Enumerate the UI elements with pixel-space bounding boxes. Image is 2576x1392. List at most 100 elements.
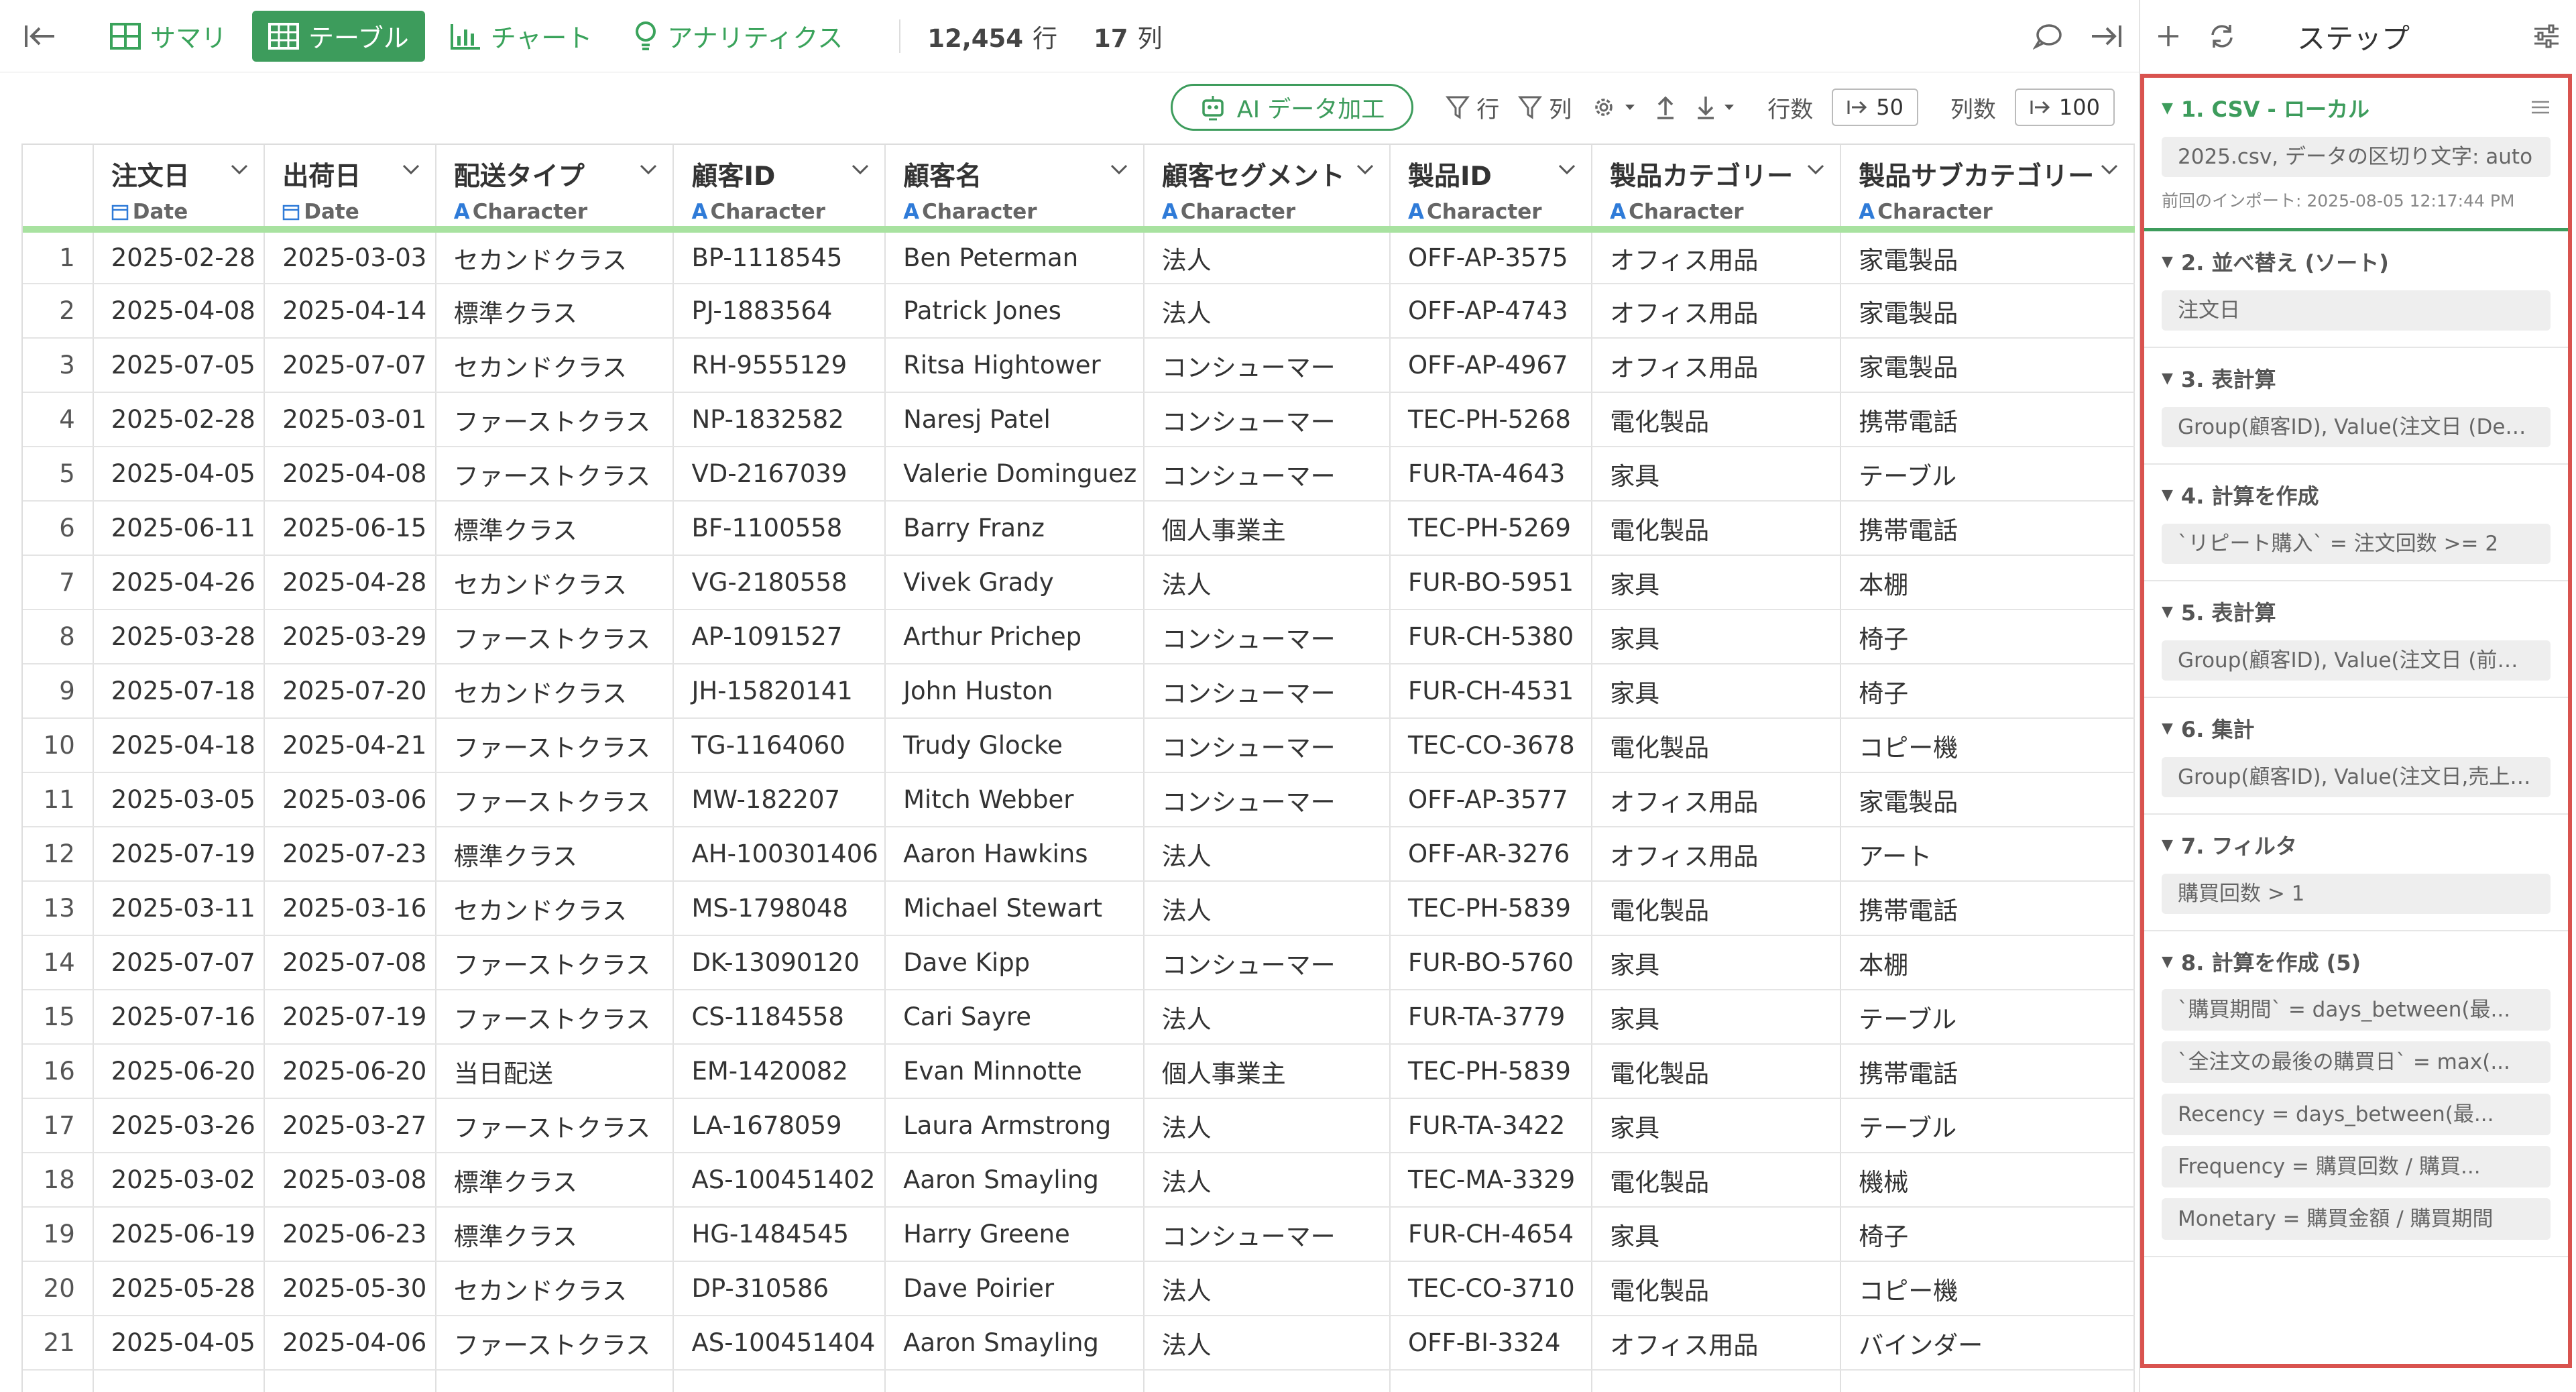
- table-cell[interactable]: OFF-AP-3577: [1390, 772, 1593, 827]
- table-cell[interactable]: オフィス用品: [1592, 1316, 1842, 1371]
- collapse-left-icon[interactable]: [20, 23, 60, 50]
- table-cell[interactable]: TEC-CO-3678: [1390, 718, 1593, 773]
- table-row[interactable]: 19 2025-06-19 2025-06-23 標準クラス HG-1484545 Har…: [23, 1207, 2135, 1262]
- table-cell[interactable]: DK-13090120: [673, 935, 886, 990]
- collapse-right-icon[interactable]: [2089, 23, 2123, 50]
- table-cell[interactable]: John Huston: [885, 664, 1145, 719]
- table-cell[interactable]: 家具: [1592, 990, 1842, 1045]
- caret-down-icon[interactable]: ▼: [2162, 253, 2173, 270]
- table-cell[interactable]: 電化製品: [1592, 718, 1842, 773]
- table-cell[interactable]: VG-2180558: [673, 555, 886, 610]
- step-title[interactable]: ▼ 5. 表計算: [2162, 596, 2551, 627]
- table-cell[interactable]: 2025-07-08: [264, 935, 436, 990]
- table-cell[interactable]: 2025-07-20: [264, 664, 436, 719]
- chevron-down-icon[interactable]: [230, 164, 249, 176]
- table-cell[interactable]: ファーストクラス: [435, 610, 675, 664]
- table-cell[interactable]: 2025-06-11: [93, 501, 266, 556]
- step-title[interactable]: ▼ 7. フィルタ: [2162, 829, 2551, 860]
- table-cell[interactable]: 携帯電話: [1840, 881, 2135, 936]
- step-item[interactable]: ▼ 8. 計算を作成 (5) `購買期間` = days_between(最... `…: [2144, 931, 2568, 1257]
- table-cell[interactable]: 2025-07-05: [93, 338, 266, 393]
- step-title[interactable]: ▼ 3. 表計算: [2162, 363, 2551, 394]
- table-cell[interactable]: 2025-05-28: [93, 1261, 266, 1316]
- table-cell[interactable]: コンシューマー: [1143, 935, 1391, 990]
- table-row[interactable]: 20 2025-05-28 2025-05-30 セカンドクラス DP-310586 Da…: [23, 1261, 2135, 1316]
- table-cell[interactable]: OFF-BI-3324: [1390, 1316, 1593, 1371]
- table-cell[interactable]: 2025-03-08: [264, 1153, 436, 1208]
- table-cell[interactable]: バインダー: [1840, 1316, 2135, 1371]
- table-cell[interactable]: [673, 1370, 886, 1392]
- table-cell[interactable]: Dave Poirier: [885, 1261, 1145, 1316]
- table-row[interactable]: 18 2025-03-02 2025-03-08 標準クラス AS-100451402 A…: [23, 1153, 2135, 1208]
- table-row[interactable]: 7 2025-04-26 2025-04-28 セカンドクラス VG-2180558 Vi…: [23, 555, 2135, 610]
- table-cell[interactable]: CS-1184558: [673, 990, 886, 1045]
- table-cell[interactable]: 電化製品: [1592, 1261, 1842, 1316]
- table-cell[interactable]: セカンドクラス: [435, 881, 675, 936]
- tab-table[interactable]: テーブル: [252, 10, 425, 62]
- table-row[interactable]: 2 2025-04-08 2025-04-14 標準クラス PJ-1883564 Patr…: [23, 284, 2135, 339]
- tab-analytics[interactable]: アナリティクス: [618, 11, 859, 62]
- table-cell[interactable]: TEC-PH-5268: [1390, 392, 1593, 447]
- plus-icon[interactable]: [2156, 24, 2180, 48]
- row-filter-button[interactable]: 行: [1446, 91, 1499, 124]
- table-cell[interactable]: 2025-04-14: [264, 284, 436, 339]
- tab-chart[interactable]: チャート: [434, 11, 609, 62]
- table-cell[interactable]: 標準クラス: [435, 501, 675, 556]
- caret-down-icon[interactable]: ▼: [2162, 720, 2173, 737]
- table-cell[interactable]: オフィス用品: [1592, 284, 1842, 339]
- table-cell[interactable]: [264, 1370, 436, 1392]
- table-cell[interactable]: 2025-04-08: [264, 447, 436, 502]
- tab-summary[interactable]: サマリ: [94, 11, 243, 62]
- table-cell[interactable]: FUR-BO-5760: [1390, 935, 1593, 990]
- table-row[interactable]: 13 2025-03-11 2025-03-16 セカンドクラス MS-1798048 M…: [23, 881, 2135, 936]
- table-row[interactable]: 6 2025-06-11 2025-06-15 標準クラス BF-1100558 Barr…: [23, 501, 2135, 556]
- table-cell[interactable]: 家具: [1592, 555, 1842, 610]
- table-cell[interactable]: 2025-04-18: [93, 718, 266, 773]
- table-cell[interactable]: Evan Minnotte: [885, 1044, 1145, 1099]
- table-cell[interactable]: ファーストクラス: [435, 718, 675, 773]
- table-cell[interactable]: OFF-AP-4743: [1390, 284, 1593, 339]
- table-cell[interactable]: コンシューマー: [1143, 1207, 1391, 1262]
- table-cell[interactable]: 携帯電話: [1840, 392, 2135, 447]
- table-cell[interactable]: 2025-03-02: [93, 1153, 266, 1208]
- table-cell[interactable]: 椅子: [1840, 1207, 2135, 1262]
- table-cell[interactable]: 2025-03-27: [264, 1098, 436, 1153]
- table-row[interactable]: 12 2025-07-19 2025-07-23 標準クラス AH-100301406 A…: [23, 827, 2135, 882]
- caret-down-icon[interactable]: ▼: [2162, 837, 2173, 854]
- table-cell[interactable]: オフィス用品: [1592, 772, 1842, 827]
- table-cell[interactable]: コンシューマー: [1143, 664, 1391, 719]
- download-dropdown[interactable]: [1695, 94, 1735, 121]
- table-cell[interactable]: 2025-03-01: [264, 392, 436, 447]
- table-cell[interactable]: セカンドクラス: [435, 555, 675, 610]
- step-detail-chip[interactable]: `リピート購入` = 注文回数 >= 2: [2162, 524, 2551, 564]
- table-row[interactable]: 21 2025-04-05 2025-04-06 ファーストクラス AS-1004514…: [23, 1316, 2135, 1371]
- table-cell[interactable]: Barry Franz: [885, 501, 1145, 556]
- table-cell[interactable]: [1143, 1370, 1391, 1392]
- table-cell[interactable]: 2025-03-11: [93, 881, 266, 936]
- column-header[interactable]: 製品サブカテゴリー A Character: [1840, 145, 2135, 233]
- table-cell[interactable]: Patrick Jones: [885, 284, 1145, 339]
- table-cell[interactable]: 電化製品: [1592, 1044, 1842, 1099]
- table-cell[interactable]: テーブル: [1840, 1098, 2135, 1153]
- table-cell[interactable]: Aaron Smayling: [885, 1153, 1145, 1208]
- table-cell[interactable]: 個人事業主: [1143, 501, 1391, 556]
- settings-dropdown[interactable]: [1590, 94, 1636, 121]
- refresh-icon[interactable]: [2207, 23, 2237, 50]
- step-item[interactable]: ▼ 4. 計算を作成 `リピート購入` = 注文回数 >= 2: [2144, 465, 2568, 581]
- table-cell[interactable]: [93, 1370, 266, 1392]
- table-cell[interactable]: 電化製品: [1592, 392, 1842, 447]
- table-cell[interactable]: 法人: [1143, 827, 1391, 882]
- table-cell[interactable]: 家電製品: [1840, 772, 2135, 827]
- table-cell[interactable]: 電化製品: [1592, 501, 1842, 556]
- step-title[interactable]: ▼ 4. 計算を作成: [2162, 479, 2551, 510]
- table-cell[interactable]: 2025-07-19: [264, 990, 436, 1045]
- table-cell[interactable]: 椅子: [1840, 610, 2135, 664]
- table-cell[interactable]: コピー機: [1840, 1261, 2135, 1316]
- table-row[interactable]: 11 2025-03-05 2025-03-06 ファーストクラス MW-182207 M…: [23, 772, 2135, 827]
- table-cell[interactable]: TEC-CO-3710: [1390, 1261, 1593, 1316]
- table-cell[interactable]: セカンドクラス: [435, 664, 675, 719]
- table-cell[interactable]: 個人事業主: [1143, 1044, 1391, 1099]
- chevron-down-icon[interactable]: [639, 164, 658, 176]
- table-cell[interactable]: 当日配送: [435, 1044, 675, 1099]
- table-cell[interactable]: セカンドクラス: [435, 338, 675, 393]
